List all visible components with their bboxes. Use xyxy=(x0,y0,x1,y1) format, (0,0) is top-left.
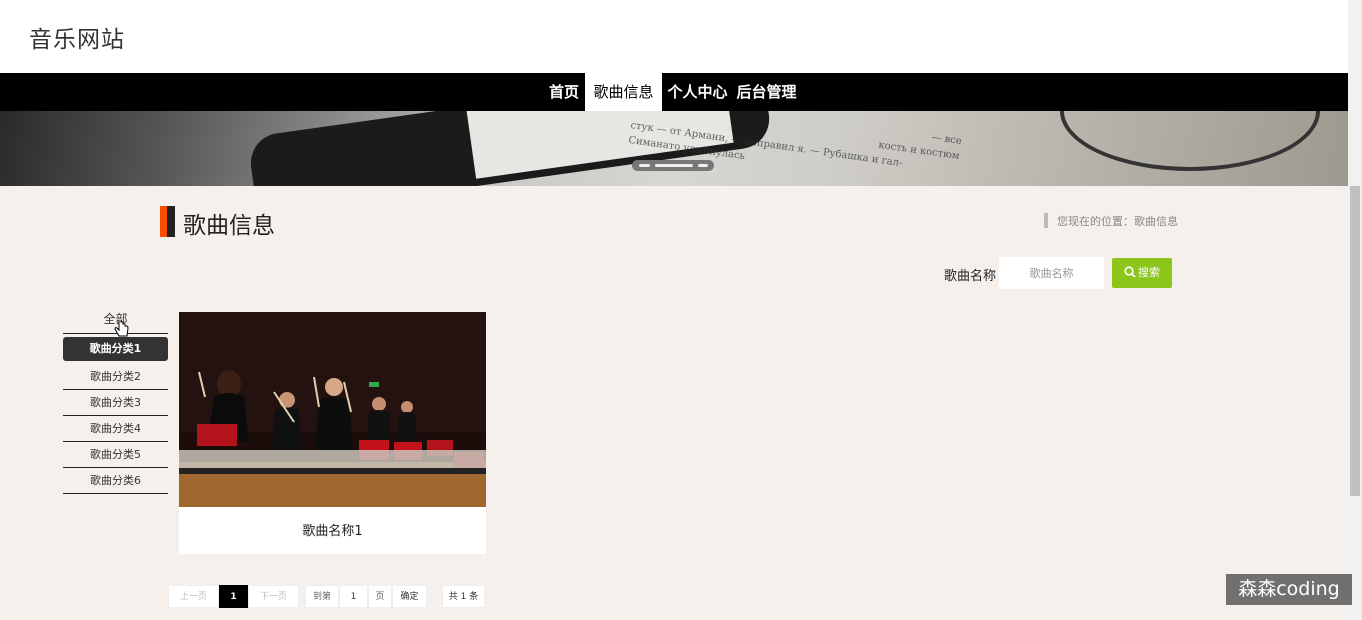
category-item[interactable]: 歌曲分类6 xyxy=(63,468,168,494)
hand-cursor-icon xyxy=(114,320,129,337)
category-item[interactable]: 歌曲分类4 xyxy=(63,416,168,442)
breadcrumb: 您现在的位置：歌曲信息 xyxy=(1057,215,1178,228)
total-count: 共 1 条 xyxy=(442,585,485,608)
category-item[interactable]: 歌曲分类2 xyxy=(63,364,168,390)
banner-book-text: — все кость и костюм стук — от Армани, —… xyxy=(627,120,963,170)
search-label: 歌曲名称 xyxy=(944,269,997,284)
carousel-indicators[interactable] xyxy=(632,160,714,171)
search-icon xyxy=(1124,266,1136,278)
song-card[interactable]: 歌曲名称1 xyxy=(179,312,486,554)
carousel-dot-active[interactable] xyxy=(655,164,693,167)
breadcrumb-marker xyxy=(1044,213,1048,228)
scrollbar[interactable] xyxy=(1348,0,1362,620)
main-nav: 首页 歌曲信息 个人中心 后台管理 xyxy=(0,73,1348,111)
watermark: 森森coding xyxy=(1226,574,1352,605)
carousel-dot[interactable] xyxy=(639,164,650,167)
page-number-current[interactable]: 1 xyxy=(219,585,248,608)
category-item[interactable]: 歌曲分类1 xyxy=(63,337,168,361)
site-title: 音乐网站 xyxy=(29,27,125,53)
song-name: 歌曲名称1 xyxy=(302,524,363,539)
song-cover-image[interactable] xyxy=(179,312,486,507)
banner-cable xyxy=(1060,111,1320,171)
next-page-button[interactable]: 下一页 xyxy=(248,585,299,608)
title-accent-bar xyxy=(160,206,175,237)
goto-confirm-button[interactable]: 确定 xyxy=(392,585,427,608)
nav-item-profile[interactable]: 个人中心 xyxy=(662,73,733,111)
scrollbar-thumb[interactable] xyxy=(1350,186,1360,496)
goto-page-input[interactable]: 1 xyxy=(339,585,368,608)
nav-item-home[interactable]: 首页 xyxy=(543,73,585,111)
banner-carousel[interactable]: — все кость и костюм стук — от Армани, —… xyxy=(0,111,1348,186)
category-item[interactable]: 歌曲分类3 xyxy=(63,390,168,416)
header: 音乐网站 xyxy=(0,0,1348,73)
page-title: 歌曲信息 xyxy=(183,213,275,239)
search-input[interactable] xyxy=(999,257,1104,289)
carousel-dot[interactable] xyxy=(698,164,708,167)
category-item[interactable]: 歌曲分类5 xyxy=(63,442,168,468)
nav-item-songs[interactable]: 歌曲信息 xyxy=(585,73,662,111)
prev-page-button[interactable]: 上一页 xyxy=(168,585,219,608)
nav-item-admin[interactable]: 后台管理 xyxy=(733,73,800,111)
goto-label: 到第 xyxy=(305,585,339,608)
search-button[interactable]: 搜索 xyxy=(1112,258,1172,288)
page-unit-label: 页 xyxy=(368,585,392,608)
